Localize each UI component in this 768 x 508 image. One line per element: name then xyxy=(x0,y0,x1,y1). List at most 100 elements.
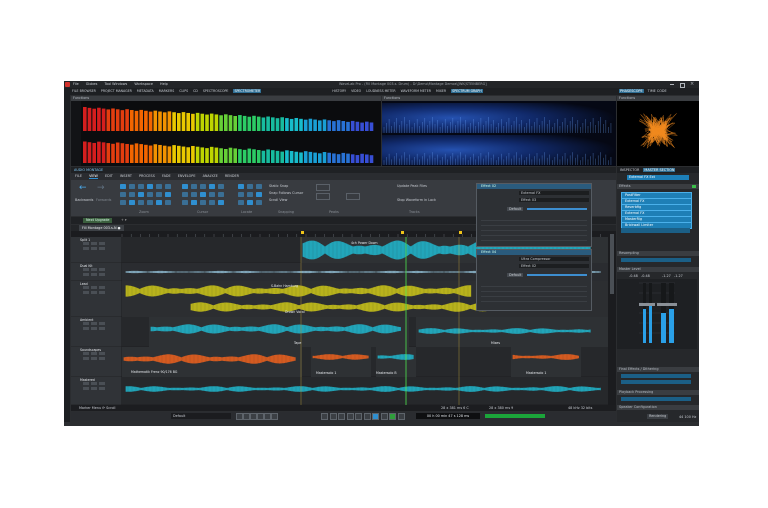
effect-slot-empty[interactable] xyxy=(621,228,690,233)
rewind-button[interactable] xyxy=(321,413,328,420)
menu-globes[interactable]: Globes xyxy=(86,82,98,86)
ribbon-tab-render[interactable]: RENDER xyxy=(225,174,239,178)
clip-label[interactable]: Mathematik Frenz 90/176 BG xyxy=(131,370,177,374)
fast-forward-button[interactable] xyxy=(346,413,354,420)
clip-label[interactable]: S-Bahn Hamburg xyxy=(271,284,298,288)
tab-metadata[interactable]: METADATA xyxy=(137,89,154,93)
master-level-header[interactable]: Master Level xyxy=(617,267,699,272)
track-name[interactable]: Mastered xyxy=(80,378,95,382)
tab-clips[interactable]: CLIPS xyxy=(179,89,188,93)
clip-label[interactable]: Mastersolo 1 xyxy=(526,371,546,375)
locate-tool-grid[interactable] xyxy=(237,183,263,207)
track-name[interactable]: Ambient xyxy=(80,318,93,322)
clip-label[interactable]: Tape xyxy=(294,341,301,345)
ribbon-tab-process[interactable]: PROCESS xyxy=(139,174,155,178)
fade-icon[interactable] xyxy=(316,184,330,191)
plugin-window-1-slider[interactable] xyxy=(527,208,587,210)
plugin-window-1-knobs[interactable] xyxy=(481,216,587,242)
menu-file[interactable]: File xyxy=(73,82,79,86)
clip-label[interactable]: Mastersolo B xyxy=(376,371,397,375)
clip-label[interactable]: Mastersolo 1 xyxy=(316,371,336,375)
tab-cd[interactable]: CD xyxy=(193,89,198,93)
ribbon-tab-analyze[interactable]: ANALYZE xyxy=(203,174,218,178)
options-icon[interactable] xyxy=(346,193,360,200)
effects-power-icon[interactable] xyxy=(692,185,696,188)
record-button[interactable] xyxy=(243,413,250,420)
clip-label[interactable]: 4ch Power Down xyxy=(351,241,378,245)
track-name[interactable]: Split 1 xyxy=(80,238,90,242)
ribbon-tab-insert[interactable]: INSERT xyxy=(120,174,132,178)
menu-help[interactable]: Help xyxy=(160,82,168,86)
cursor-tool-grid[interactable] xyxy=(181,183,231,207)
scrollbar-thumb[interactable] xyxy=(610,234,614,294)
clip-label[interactable]: Drown Vocal xyxy=(285,310,305,314)
zoom-out-button[interactable] xyxy=(264,413,271,420)
tab-inspector[interactable]: INSPECTOR xyxy=(620,168,639,172)
color-icon[interactable] xyxy=(316,193,330,200)
cycle-button[interactable] xyxy=(372,413,379,420)
plugin-window-2[interactable]: Effect 04 Ultra Compressor Effect 02 Def… xyxy=(476,249,592,311)
plugin-window-1-preset2[interactable]: Effect 03 xyxy=(519,198,589,202)
zoom-in-button[interactable] xyxy=(257,413,264,420)
option-stop-waveform[interactable]: Stop Waveform in Lock xyxy=(397,198,436,202)
inspector-preset-field[interactable]: External FX Ext xyxy=(627,175,689,180)
menu-workspace[interactable]: Workspace xyxy=(134,82,153,86)
status-left[interactable]: Marker Menu ⟳ Scroll xyxy=(79,405,115,411)
plugin-window-2-preset2[interactable]: Effect 02 xyxy=(519,264,589,268)
record-arm-button[interactable] xyxy=(397,413,405,420)
playback-processing-slot[interactable] xyxy=(621,397,691,401)
plugin-window-2-default-button[interactable]: Default xyxy=(507,273,524,277)
tab-video[interactable]: VIDEO xyxy=(351,89,361,93)
master-level-meter[interactable] xyxy=(617,279,697,349)
effects-header[interactable]: Effects xyxy=(617,184,699,189)
ribbon-tab-envelope[interactable]: ENVELOPE xyxy=(178,174,196,178)
peaks-controls[interactable] xyxy=(316,184,376,204)
resampling-field[interactable] xyxy=(621,258,691,262)
tab-phasescope[interactable]: PHASESCOPE xyxy=(619,89,644,93)
minimize-icon[interactable] xyxy=(670,84,674,85)
option-static-snap[interactable]: Static Snap xyxy=(269,184,288,188)
play-button[interactable] xyxy=(389,413,396,420)
ribbon-tab-file[interactable]: FILE xyxy=(75,174,82,178)
track-name[interactable]: Lead xyxy=(80,282,88,286)
plugin-window-2-slider[interactable] xyxy=(527,274,587,276)
close-icon[interactable]: × xyxy=(690,81,694,88)
track-name[interactable]: Dual Kit xyxy=(80,264,93,268)
track-group-tab[interactable]: Next Upgrade xyxy=(83,218,113,223)
ribbon-tab-fade[interactable]: FADE xyxy=(162,174,171,178)
tab-file-browser[interactable]: FILE BROWSER xyxy=(72,89,96,93)
tab-history[interactable]: HISTORY xyxy=(332,89,346,93)
tab-spectrum-graph[interactable]: SPECTRUM GRAPH xyxy=(451,89,483,93)
plugin-window-2-preset[interactable]: Ultra Compressor xyxy=(519,257,589,261)
stop-button[interactable] xyxy=(380,413,388,420)
step-back-button[interactable] xyxy=(329,413,337,420)
speaker-configuration-header[interactable]: Speaker Configuration xyxy=(617,405,699,410)
option-update-peak-files[interactable]: Update Peak Files xyxy=(397,184,427,188)
cursor-arrows-icon[interactable] xyxy=(181,183,231,207)
loop-button[interactable] xyxy=(236,413,243,420)
tab-loudness-meter[interactable]: LOUDNESS METER xyxy=(366,89,395,93)
goto-start-button[interactable] xyxy=(355,413,362,420)
track-name[interactable]: Soundscapes xyxy=(80,348,101,352)
rendering-button[interactable]: Rendering xyxy=(647,414,669,419)
resampling-header[interactable]: Resampling xyxy=(617,251,699,256)
tab-project-manager[interactable]: PROJECT MANAGER xyxy=(101,89,132,93)
option-snap-follows-cursor[interactable]: Snap Follows Cursor xyxy=(269,191,303,195)
tab-time-code[interactable]: TIME CODE xyxy=(648,89,667,93)
plugin-window-1[interactable]: Effect 02 External FX Effect 03 Default xyxy=(476,183,592,247)
tab-markers[interactable]: MARKERS xyxy=(159,89,175,93)
clip-label[interactable]: Mixes xyxy=(491,341,500,345)
playback-processing-header[interactable]: Playback Processing xyxy=(617,390,699,395)
menu-tool-windows[interactable]: Tool Windows xyxy=(105,82,128,86)
final-effects-header[interactable]: Final Effects / Dithering xyxy=(617,367,699,372)
final-effects-slot-2[interactable] xyxy=(621,380,691,384)
tab-master-section[interactable]: MASTER SECTION xyxy=(643,168,676,172)
plugin-window-1-default-button[interactable]: Default xyxy=(507,207,524,211)
forward-arrow-icon[interactable]: → xyxy=(97,184,107,193)
tab-waveform-meter[interactable]: WAVEFORM METER xyxy=(401,89,431,93)
back-arrow-icon[interactable]: ← xyxy=(79,184,89,193)
forward-button[interactable] xyxy=(338,413,345,420)
zoom-tool-grid[interactable] xyxy=(119,183,174,207)
maximize-icon[interactable] xyxy=(680,82,685,88)
goto-end-button[interactable] xyxy=(363,413,371,420)
